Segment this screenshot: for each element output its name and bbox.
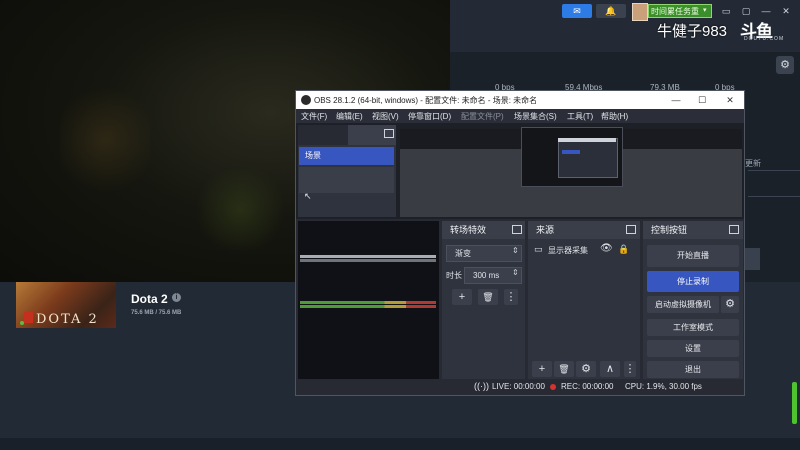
trash-icon[interactable]: 🗑	[478, 289, 498, 305]
duration-label: 时长	[446, 271, 462, 280]
more-icon[interactable]: ⋮	[624, 361, 636, 377]
menu-bar: 文件(F) 编辑(E) 视图(V) 停靠窗口(D) 配置文件(P) 场景集合(S…	[296, 109, 744, 123]
dota-logo-icon	[24, 312, 33, 323]
live-time: LIVE: 00:00:00	[492, 382, 545, 391]
captured-highlight	[562, 150, 580, 154]
source-item[interactable]: ▭ 显示器采集 👁 🔒	[532, 243, 636, 257]
signal-icon: ((·))	[474, 381, 489, 391]
close-icon[interactable]: ✕	[720, 93, 740, 107]
more-icon[interactable]: ⋮	[504, 289, 518, 305]
add-icon[interactable]: +	[452, 289, 472, 305]
gear-icon[interactable]: ⚙	[721, 296, 739, 313]
chevron-up-icon[interactable]: ∧	[600, 361, 620, 377]
obs-window: OBS 28.1.2 (64-bit, windows) - 配置文件: 未命名…	[295, 90, 745, 396]
menu-profile[interactable]: 配置文件(P)	[461, 111, 504, 122]
virtual-cam-button[interactable]: 启动虚拟摄像机	[647, 296, 719, 313]
rec-time: REC: 00:00:00	[561, 382, 614, 391]
duration-value: 300 ms	[473, 271, 500, 280]
audio-meter	[300, 305, 436, 308]
menu-file[interactable]: 文件(F)	[301, 111, 327, 122]
stop-record-button[interactable]: 停止录制	[647, 271, 739, 292]
game-scene-detail	[60, 80, 150, 200]
menu-help[interactable]: 帮助(H)	[601, 111, 628, 122]
start-stream-button[interactable]: 开始直播	[647, 245, 739, 267]
thumbnail-title: DOTA 2	[36, 312, 99, 327]
transition-value: 渐变	[455, 249, 471, 258]
menu-view[interactable]: 视图(V)	[372, 111, 399, 122]
streamer-name: 牛健子983	[657, 23, 728, 40]
dock-title: 来源	[528, 221, 640, 239]
exit-button[interactable]: 退出	[647, 361, 739, 378]
gear-icon[interactable]: ⚙	[576, 361, 596, 377]
preview-capture	[521, 127, 623, 187]
game-size: 75.6 MB / 75.6 MB	[131, 310, 182, 316]
update-text: 更新	[745, 159, 761, 168]
obs-logo-icon	[301, 95, 311, 105]
settings-button[interactable]: 设置	[647, 340, 739, 357]
bell-icon[interactable]: 🔔	[596, 4, 626, 18]
cpu-stats: CPU: 1.9%, 30.00 fps	[625, 382, 702, 391]
transitions-dock: 转场特效 渐变 ⇕ 时长 300 ms ⇕ + 🗑 ⋮	[442, 221, 525, 381]
sources-dock: 来源 ▭ 显示器采集 👁 🔒 + 🗑 ⚙ ∧ ⋮	[528, 221, 640, 381]
monitor-icon[interactable]: ▭	[720, 5, 732, 17]
select-arrow-icon: ⇕	[512, 246, 519, 255]
status-bar: ((·)) LIVE: 00:00:00 REC: 00:00:00 CPU: …	[296, 379, 744, 395]
studio-mode-button[interactable]: 工作室模式	[647, 319, 739, 336]
lock-icon[interactable]: 🔒	[618, 244, 629, 255]
obs-titlebar[interactable]: OBS 28.1.2 (64-bit, windows) - 配置文件: 未命名…	[296, 91, 744, 109]
status-dot	[20, 321, 24, 325]
menu-docks[interactable]: 停靠窗口(D)	[408, 111, 451, 122]
popout-icon[interactable]	[384, 129, 394, 138]
scene-list	[299, 167, 394, 193]
megaphone-icon[interactable]: ✉	[562, 4, 592, 18]
eye-icon[interactable]: 👁	[600, 243, 613, 254]
record-icon	[550, 384, 556, 390]
restore-icon[interactable]: ▢	[740, 5, 752, 17]
menu-tools[interactable]: 工具(T)	[567, 111, 593, 122]
douyu-logo-sub: DOUYU.COM	[744, 36, 785, 42]
minimize-icon[interactable]: —	[760, 5, 772, 17]
game-scene-detail	[190, 170, 290, 250]
add-icon[interactable]: +	[532, 361, 552, 377]
popout-icon[interactable]	[729, 225, 739, 234]
avatar[interactable]	[632, 3, 648, 21]
cursor-icon: ↖	[304, 191, 312, 201]
minimize-icon[interactable]: —	[666, 93, 686, 107]
chevron-down-icon[interactable]: ▾	[703, 4, 707, 18]
captured-titlebar	[558, 138, 616, 142]
controls-dock: 控制按钮 开始直播 停止录制 启动虚拟摄像机 ⚙ 工作室模式 设置 退出	[643, 221, 743, 381]
source-label: 显示器采集	[548, 246, 588, 255]
library-footer	[0, 438, 800, 450]
menu-edit[interactable]: 编辑(E)	[336, 111, 363, 122]
trash-icon[interactable]: 🗑	[554, 361, 574, 377]
spin-icon[interactable]: ⇕	[512, 268, 519, 277]
side-button[interactable]	[745, 248, 760, 270]
monitor-icon: ▭	[534, 244, 543, 254]
close-icon[interactable]: ✕	[780, 5, 792, 17]
popout-icon[interactable]	[512, 225, 522, 234]
transition-select[interactable]: 渐变	[446, 245, 522, 262]
scrollbar[interactable]	[792, 382, 797, 424]
gear-icon[interactable]: ⚙	[776, 56, 794, 74]
divider	[748, 170, 800, 171]
scene-item[interactable]: 场景	[299, 147, 394, 165]
audio-meter	[300, 255, 436, 258]
audio-meter	[300, 259, 436, 262]
audio-meter	[300, 301, 436, 304]
window-title: OBS 28.1.2 (64-bit, windows) - 配置文件: 未命名…	[314, 96, 538, 105]
menu-scene-collection[interactable]: 场景集合(S)	[514, 111, 557, 122]
maximize-icon[interactable]: ☐	[692, 93, 712, 107]
divider	[748, 196, 800, 197]
task-label: 时间累任务重	[651, 7, 699, 16]
captured-window	[558, 138, 618, 178]
popout-icon[interactable]	[626, 225, 636, 234]
info-icon[interactable]: i	[172, 293, 181, 302]
dock-title: 控制按钮	[643, 221, 743, 239]
game-title[interactable]: Dota 2	[131, 292, 168, 306]
